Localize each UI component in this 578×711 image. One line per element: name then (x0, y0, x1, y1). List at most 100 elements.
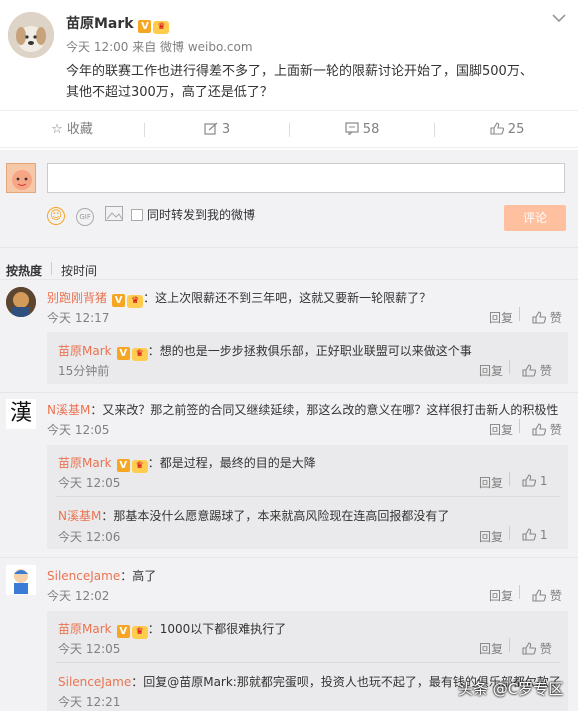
comment-text: ：这上次限薪还不到三年吧，这就又要新一轮限薪了？ (143, 291, 432, 305)
comment-button[interactable]: 58 (290, 111, 434, 149)
vip-badge-icon: V (112, 294, 126, 307)
comment-input[interactable] (47, 163, 565, 193)
comment-author[interactable]: N溪基M (47, 403, 90, 417)
gif-icon[interactable]: GIF (76, 208, 95, 226)
emoji-icon[interactable]: ☺ (47, 207, 65, 225)
reply-time: 今天 12:21 (58, 695, 121, 709)
thumbs-up-icon (522, 642, 536, 655)
reply-author[interactable]: 苗原Mark (58, 622, 112, 636)
my-avatar (6, 163, 36, 193)
thumbs-up-icon (522, 528, 536, 541)
author-avatar[interactable] (8, 12, 54, 58)
post-text-line-1: 今年的联赛工作也进行得差不多了，上面新一轮的限薪讨论开始了，国脚500万、 (66, 64, 533, 79)
repost-button[interactable]: 3 (145, 111, 289, 149)
comment-like-count: 赞 (549, 589, 562, 603)
comment-count: 58 (362, 122, 380, 137)
reply-link[interactable]: 回复 (479, 640, 503, 657)
reply-link[interactable]: 回复 (489, 421, 513, 438)
comment-item: 别跑刚背猪 V ♛ ：这上次限薪还不到三年吧，这就又要新一轮限薪了？ (47, 287, 431, 308)
commenter-avatar[interactable] (6, 287, 36, 317)
post-menu-chevron-icon[interactable] (552, 8, 566, 23)
comment-item: N溪基M：又来改？那之前签的合同又继续延续，那这么改的意义在哪？这样很打击新人的… (47, 399, 558, 418)
comment-icon (345, 122, 363, 137)
submit-comment-button[interactable]: 评论 (504, 205, 566, 231)
commenter-avatar[interactable] (6, 565, 36, 595)
reply-item: N溪基M：那基本没什么愿意踢球了，本来就高风险现在连高回报都没有了 (58, 505, 449, 524)
repost-icon (204, 122, 222, 137)
reply-link[interactable]: 回复 (479, 528, 503, 545)
forward-checkbox[interactable] (131, 209, 143, 221)
crown-icon: ♛ (127, 295, 144, 308)
thumbs-up-icon (522, 474, 536, 487)
sort-by-hot-tab[interactable]: 按热度 (6, 262, 42, 279)
commenter-avatar[interactable]: 漢 (6, 399, 36, 429)
post-body: 今年的联赛工作也进行得差不多了，上面新一轮的限薪讨论开始了，国脚500万、 其他… (66, 61, 533, 103)
image-icon[interactable] (105, 206, 124, 221)
watermark-text: 头条 @C罗专区 (458, 680, 564, 698)
crown-icon: ♛ (153, 21, 170, 34)
comment-like-button[interactable]: 赞 (532, 587, 562, 604)
reply-like-button[interactable]: 赞 (522, 362, 552, 379)
reply-text: ：都是过程，最终的目的是大降 (147, 456, 316, 470)
reply-link[interactable]: 回复 (479, 474, 503, 491)
comment-like-count: 赞 (549, 423, 562, 437)
comment-author[interactable]: 别跑刚背猪 (47, 291, 107, 305)
comment-text: ：高了 (120, 569, 157, 583)
star-icon: ☆ (51, 122, 63, 137)
reply-like-button[interactable]: 1 (522, 474, 547, 488)
crown-icon: ♛ (131, 460, 148, 473)
forward-option[interactable]: 同时转发到我的微博 (131, 206, 255, 223)
vip-badge-icon: V (138, 20, 152, 33)
reply-link[interactable]: 回复 (489, 587, 513, 604)
reply-time: 今天 12:05 (58, 642, 121, 656)
reply-like-count: 1 (539, 474, 548, 488)
thumbs-up-icon (532, 311, 546, 324)
reply-like-count: 赞 (539, 364, 552, 378)
forward-label: 同时转发到我的微博 (147, 208, 256, 222)
reply-link[interactable]: 回复 (479, 362, 503, 379)
reply-time: 15分钟前 (58, 364, 110, 378)
reply-author[interactable]: N溪基M (58, 509, 101, 523)
comment-author[interactable]: SilenceJame (47, 569, 120, 583)
thumbs-up-icon (532, 423, 546, 436)
vip-badge-icon: V (116, 625, 130, 638)
comment-like-button[interactable]: 赞 (532, 309, 562, 326)
thumbs-up-icon (532, 589, 546, 602)
reply-like-button[interactable]: 1 (522, 528, 547, 542)
post-action-bar: ☆ 收藏 3 58 25 (0, 110, 578, 148)
crown-icon: ♛ (131, 348, 148, 361)
reply-author[interactable]: SilenceJame (58, 675, 131, 689)
comment-time: 今天 12:17 (47, 311, 110, 325)
reply-author[interactable]: 苗原Mark (58, 456, 112, 470)
like-button[interactable]: 25 (435, 111, 578, 149)
reply-author[interactable]: 苗原Mark (58, 344, 112, 358)
calligraphy-avatar-icon: 漢 (9, 401, 32, 426)
comment-item: SilenceJame：高了 (47, 565, 156, 584)
comment-like-button[interactable]: 赞 (532, 421, 562, 438)
reply-like-button[interactable]: 赞 (522, 640, 552, 657)
repost-count: 3 (221, 122, 231, 137)
author-name[interactable]: 苗原Mark (66, 16, 134, 32)
thumbs-up-icon (522, 364, 536, 377)
composer-tools: ☺ GIF (47, 204, 124, 226)
reply-item: 苗原Mark V ♛ ：想的也是一步步拯救俱乐部，正好职业联盟可以来做这个事 (58, 340, 472, 361)
vip-badge-icon: V (116, 459, 130, 472)
reply-link[interactable]: 回复 (489, 309, 513, 326)
crown-icon: ♛ (131, 626, 148, 639)
thumbs-up-icon (490, 122, 508, 137)
reply-like-count: 赞 (539, 642, 552, 656)
reply-item: 苗原Mark V ♛ ：1000以下都很难执行了 (58, 618, 286, 639)
reply-text: ：1000以下都很难执行了 (147, 622, 287, 636)
reply-item: 苗原Mark V ♛ ：都是过程，最终的目的是大降 (58, 452, 316, 473)
sort-by-time-tab[interactable]: 按时间 (61, 262, 97, 279)
reply-time: 今天 12:05 (58, 476, 121, 490)
like-count: 25 (507, 122, 525, 137)
comment-text: ：又来改？那之前签的合同又继续延续，那这么改的意义在哪？这样很打击新人的积极性 (90, 403, 559, 417)
post-text-line-2: 其他不超过300万，高了还是低了？ (66, 85, 273, 100)
comment-time: 今天 12:02 (47, 589, 110, 603)
watermark: 头条 @C罗专区 (458, 678, 563, 699)
reply-time: 今天 12:06 (58, 530, 121, 544)
vip-badge-icon: V (116, 347, 130, 360)
comment-like-count: 赞 (549, 311, 562, 325)
favorite-button[interactable]: ☆ 收藏 (0, 111, 144, 149)
